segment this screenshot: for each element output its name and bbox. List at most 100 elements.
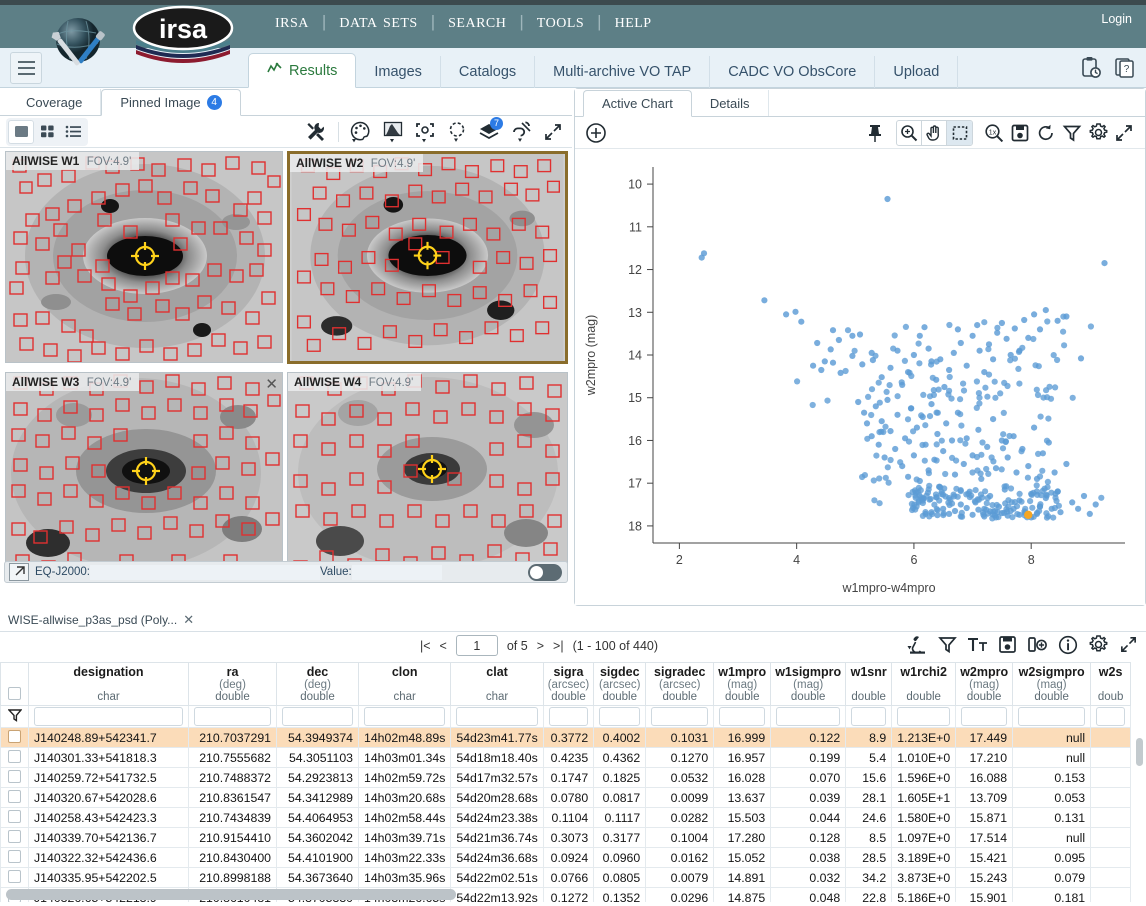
column-header-sigradec[interactable]: sigradec (arcsec) double (645, 662, 715, 706)
table-row[interactable]: J140339.70+542136.7 210.9154410 54.3602042… (0, 827, 1132, 848)
row-checkbox[interactable] (8, 789, 21, 803)
table-scroll-region[interactable]: designation char ra (deg) double dec (deg) dou… (0, 662, 1146, 902)
nav-item-irsa[interactable]: IRSA (262, 10, 322, 33)
column-filter-designation[interactable] (28, 705, 189, 728)
table-row[interactable]: J140335.95+542202.5 210.8998188 54.3673640… (0, 867, 1132, 888)
filter-input[interactable] (961, 707, 1008, 726)
column-header-w2mpro[interactable]: w2mpro (mag) double (955, 662, 1014, 706)
column-header-w2s[interactable]: w2s doub (1090, 662, 1132, 706)
scatter-chart[interactable]: 10 11 12 13 14 15 16 17 18 2 4 6 8 w1mpro-w4mpro w2mpr… (575, 149, 1145, 605)
column-filter-w2s[interactable] (1090, 705, 1132, 728)
filter-input[interactable] (194, 707, 271, 726)
column-header-clat[interactable]: clat char (450, 662, 544, 706)
prev-page-button[interactable]: < (440, 639, 447, 653)
column-filter-sigradec[interactable] (645, 705, 715, 728)
filter-toggle-cell[interactable] (0, 705, 29, 728)
filter-input[interactable] (1096, 707, 1126, 726)
zoom-in-icon[interactable] (897, 120, 922, 145)
tools-wrench-icon[interactable] (303, 119, 329, 145)
column-header-clon[interactable]: clon char (357, 662, 452, 706)
subtab-pinned-image[interactable]: Pinned Image 4 (101, 89, 241, 116)
layers-icon[interactable]: 7 (476, 116, 503, 145)
tab-multi-archive-vo-tap[interactable]: Multi-archive VO TAP (535, 56, 711, 88)
tab-catalogs[interactable]: Catalogs (441, 56, 536, 88)
tab-images[interactable]: Images (356, 56, 441, 88)
column-filter-sigdec[interactable] (593, 705, 647, 728)
expand-icon[interactable] (540, 119, 566, 145)
pan-icon[interactable] (922, 120, 947, 145)
filter-icon[interactable] (1059, 120, 1085, 146)
irsa-logo[interactable]: irsa (128, 4, 238, 72)
list-view-icon[interactable] (60, 120, 86, 144)
nav-item-help[interactable]: Help (602, 10, 665, 33)
column-filter-dec[interactable] (276, 705, 359, 728)
subtab-details[interactable]: Details (692, 90, 769, 116)
expand-icon[interactable] (1119, 635, 1138, 657)
pin-icon[interactable] (862, 120, 888, 146)
row-select-cell[interactable] (0, 787, 29, 808)
save-icon[interactable] (1007, 120, 1033, 146)
column-filter-w1sigmpro[interactable] (770, 705, 847, 728)
filter-input[interactable] (651, 707, 709, 726)
column-header-w1rchi2[interactable]: w1rchi2 double (891, 662, 957, 706)
single-view-icon[interactable] (8, 119, 34, 144)
column-filter-clat[interactable] (450, 705, 544, 728)
page-number-input[interactable]: 1 (455, 635, 498, 656)
image-tile-w2[interactable]: AllWISE W2 FOV:4.9' (287, 151, 568, 364)
table-row[interactable]: J140301.33+541818.3 210.7555682 54.3051103… (0, 747, 1132, 768)
microscope-icon[interactable] (907, 634, 928, 658)
box-select-icon[interactable] (947, 120, 972, 145)
row-select-cell[interactable] (0, 747, 29, 768)
clipboard-clock-icon[interactable] (1080, 56, 1101, 81)
column-header-sigdec[interactable]: sigdec (arcsec) double (593, 662, 647, 706)
filter-input[interactable] (282, 707, 353, 726)
add-chart-icon[interactable] (583, 120, 609, 146)
row-select-cell[interactable] (0, 767, 29, 788)
filter-input[interactable] (456, 707, 538, 726)
subtab-active-chart[interactable]: Active Chart (583, 90, 692, 117)
save-icon[interactable] (998, 635, 1017, 657)
table-vertical-scrollbar[interactable] (1136, 738, 1143, 766)
readout-toggle[interactable] (528, 563, 562, 581)
image-tile-w1[interactable]: AllWISE W1 FOV:4.9' (5, 151, 283, 363)
settings-gear-icon[interactable] (1088, 634, 1109, 658)
histogram-stretch-icon[interactable] (380, 119, 406, 145)
add-column-icon[interactable] (1027, 635, 1048, 657)
column-header-w2sigmpro[interactable]: w2sigmpro (mag) double (1012, 662, 1092, 706)
nav-item-tools[interactable]: Tools (524, 10, 597, 33)
row-checkbox[interactable] (8, 749, 21, 763)
close-icon[interactable]: ✕ (183, 612, 194, 628)
table-horizontal-scrollbar[interactable] (6, 889, 456, 900)
column-header-designation[interactable]: designation char (28, 662, 189, 706)
select-all-checkbox[interactable] (8, 687, 21, 700)
filter-input[interactable] (34, 707, 183, 726)
column-header-w1mpro[interactable]: w1mpro (mag) double (713, 662, 772, 706)
column-filter-w2mpro[interactable] (955, 705, 1014, 728)
tab-upload[interactable]: Upload (875, 56, 959, 88)
column-header-sigra[interactable]: sigra (arcsec) double (542, 662, 595, 706)
filter-input[interactable] (719, 707, 766, 726)
row-checkbox[interactable] (8, 729, 21, 743)
column-header-dec[interactable]: dec (deg) double (276, 662, 359, 706)
crop-select-icon[interactable] (412, 119, 438, 145)
grid-view-icon[interactable] (34, 120, 60, 144)
subtab-coverage[interactable]: Coverage (8, 89, 102, 115)
table-row[interactable]: J140258.43+542423.3 210.7434839 54.4064953… (0, 807, 1132, 828)
table-title[interactable]: WISE-allwise_p3as_psd (Poly... (0, 613, 177, 627)
settings-gear-icon[interactable] (1085, 120, 1111, 146)
row-checkbox[interactable] (8, 849, 21, 863)
column-filter-w2sigmpro[interactable] (1012, 705, 1092, 728)
next-page-button[interactable]: > (537, 639, 544, 653)
circle-select-icon[interactable] (444, 119, 470, 145)
filter-icon[interactable] (938, 635, 957, 657)
image-tile-w4[interactable]: AllWISE W4 FOV:4.9' (287, 372, 568, 578)
table-row[interactable]: J140320.67+542028.6 210.8361547 54.3412989… (0, 787, 1132, 808)
row-checkbox[interactable] (8, 869, 21, 883)
last-page-button[interactable]: >| (553, 639, 564, 653)
column-filter-w1snr[interactable] (845, 705, 893, 728)
expand-icon[interactable] (1111, 120, 1137, 146)
row-checkbox[interactable] (8, 809, 21, 823)
column-header-w1snr[interactable]: w1snr double (845, 662, 893, 706)
row-select-cell[interactable] (0, 847, 29, 868)
column-filter-w1mpro[interactable] (713, 705, 772, 728)
